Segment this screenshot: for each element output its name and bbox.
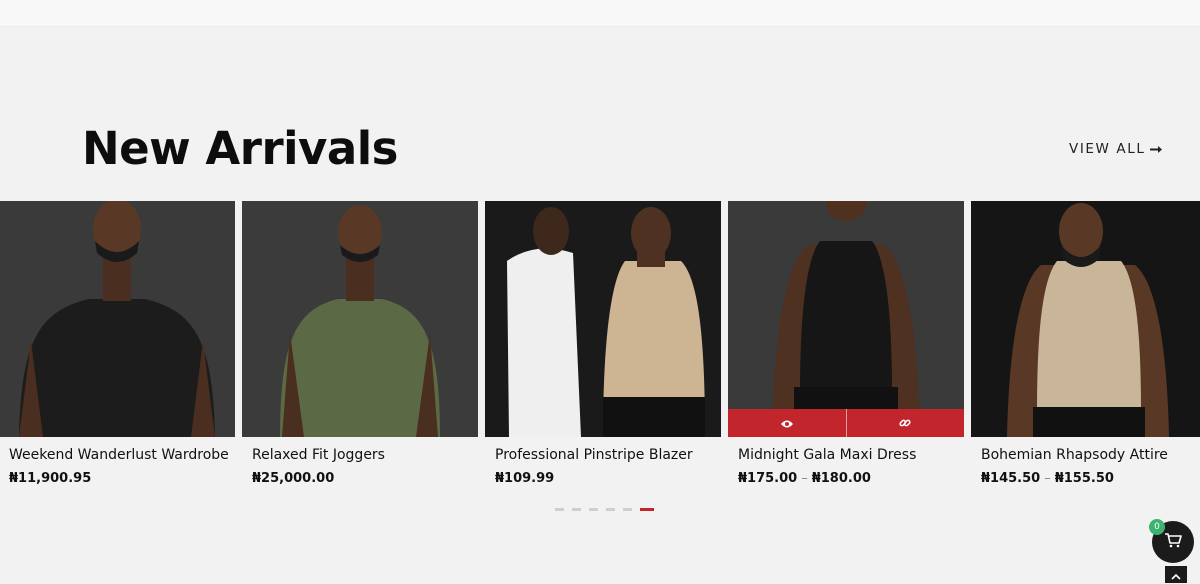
product-image[interactable] [242, 201, 478, 437]
product-card[interactable]: Bohemian Rhapsody Attire ₦145.50– ₦155.50 [971, 201, 1200, 486]
link-icon [899, 414, 911, 433]
product-image[interactable] [485, 201, 721, 437]
product-title[interactable]: Weekend Wanderlust Wardrobe [9, 447, 235, 463]
product-title[interactable]: Midnight Gala Maxi Dress [738, 447, 964, 463]
product-price: ₦109.99 [495, 471, 555, 486]
product-image[interactable] [728, 201, 964, 437]
eye-icon [780, 414, 794, 433]
price-separator: – [1044, 471, 1051, 486]
view-all-link[interactable]: VIEW ALL [1069, 141, 1163, 157]
cart-count-badge: 0 [1149, 519, 1165, 535]
carousel-pagination [555, 508, 654, 511]
scroll-to-top-button[interactable] [1165, 566, 1187, 583]
product-hover-actions [728, 409, 964, 437]
view-all-label: VIEW ALL [1069, 141, 1146, 157]
carousel-dot[interactable] [606, 508, 615, 511]
price-high: ₦155.50 [1054, 471, 1114, 486]
product-image[interactable] [0, 201, 235, 437]
top-header-strip [0, 0, 1200, 27]
product-price: ₦145.50– ₦155.50 [981, 471, 1200, 486]
product-price: ₦11,900.95 [9, 471, 92, 486]
section-title: New Arrivals [82, 122, 398, 175]
product-price: ₦175.00– ₦180.00 [738, 471, 964, 486]
carousel-dot[interactable] [623, 508, 632, 511]
product-link-button[interactable] [845, 409, 965, 437]
quick-view-button[interactable] [728, 409, 846, 437]
carousel-dot[interactable] [555, 508, 564, 511]
cart-icon [1164, 532, 1182, 552]
product-title[interactable]: Relaxed Fit Joggers [252, 447, 478, 463]
carousel-dot-active[interactable] [640, 508, 654, 511]
product-title[interactable]: Bohemian Rhapsody Attire [981, 447, 1200, 463]
carousel-dot[interactable] [589, 508, 598, 511]
arrow-right-icon [1150, 145, 1163, 154]
product-card[interactable]: Relaxed Fit Joggers ₦25,000.00 [242, 201, 478, 486]
product-card[interactable]: Midnight Gala Maxi Dress ₦175.00– ₦180.00 [728, 201, 964, 486]
price-low: ₦175.00 [738, 471, 798, 486]
product-card[interactable]: Professional Pinstripe Blazer ₦109.99 [485, 201, 721, 486]
carousel-dot[interactable] [572, 508, 581, 511]
product-price: ₦25,000.00 [252, 471, 335, 486]
product-image[interactable] [971, 201, 1200, 437]
price-low: ₦145.50 [981, 471, 1041, 486]
price-separator: – [801, 471, 808, 486]
price-high: ₦180.00 [811, 471, 871, 486]
product-card[interactable]: Weekend Wanderlust Wardrobe ₦11,900.95 [0, 201, 235, 486]
product-title[interactable]: Professional Pinstripe Blazer [495, 447, 721, 463]
chevron-up-icon [1171, 565, 1181, 584]
